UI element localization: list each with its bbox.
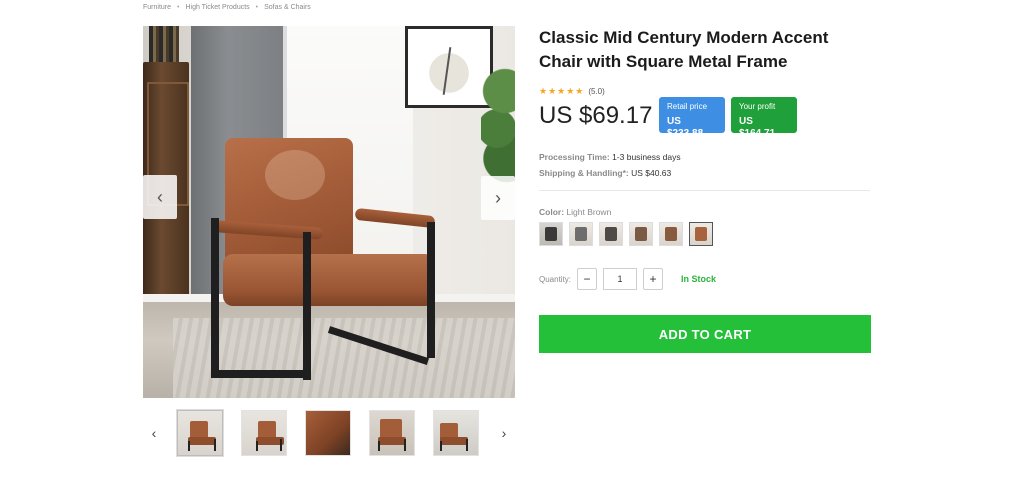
- color-label: Color: Light Brown: [539, 207, 611, 217]
- chair-frame: [211, 218, 219, 378]
- main-product-image[interactable]: [143, 26, 515, 398]
- quantity-decrease-button[interactable]: −: [577, 268, 598, 290]
- color-selected-value: Light Brown: [566, 207, 612, 217]
- product-title: Classic Mid Century Modern Accent Chair …: [539, 28, 829, 71]
- retail-price-value: US $233.88: [667, 116, 704, 139]
- thumbnails-prev-button[interactable]: ‹: [143, 425, 165, 441]
- quantity-row: Quantity: − + In Stock: [539, 268, 716, 290]
- color-swatches: [539, 222, 713, 246]
- color-swatch[interactable]: [659, 222, 683, 246]
- processing-time-value: 1-3 business days: [612, 152, 681, 162]
- image-books: [149, 26, 179, 62]
- color-swatch-selected[interactable]: [689, 222, 713, 246]
- breadcrumb-furniture[interactable]: Furniture: [143, 4, 171, 11]
- breadcrumb-high-ticket-products[interactable]: High Ticket Products: [185, 4, 249, 11]
- rating-value: (5.0): [588, 87, 605, 96]
- chair-seat: [223, 254, 435, 306]
- add-to-cart-button[interactable]: ADD TO CART: [539, 315, 871, 353]
- breadcrumb-sofas-chairs[interactable]: Sofas & Chairs: [264, 4, 311, 11]
- chevron-right-icon: ›: [495, 187, 501, 208]
- gallery-next-button[interactable]: ›: [481, 176, 515, 220]
- chevron-right-icon: ›: [501, 425, 507, 441]
- shipping-value: US $40.63: [631, 168, 672, 178]
- divider: [539, 190, 870, 191]
- shipping-label: Shipping & Handling*:: [539, 168, 629, 178]
- quantity-label: Quantity:: [539, 274, 572, 284]
- chair-frame: [211, 370, 311, 378]
- star-rating-icon: ★★★★★: [539, 86, 585, 96]
- thumbnail-strip: ‹ ›: [143, 408, 515, 458]
- chevron-left-icon: ‹: [157, 186, 163, 207]
- product-rating: ★★★★★ (5.0): [539, 86, 605, 97]
- product-price: US $69.17: [539, 102, 653, 129]
- thumbnail[interactable]: [433, 410, 479, 456]
- breadcrumb-separator: •: [255, 4, 259, 11]
- color-swatch[interactable]: [569, 222, 593, 246]
- chair-frame: [427, 222, 435, 358]
- chair-backrest: [225, 138, 353, 266]
- chevron-left-icon: ‹: [151, 425, 157, 441]
- shipping-handling: Shipping & Handling*: US $40.63: [539, 168, 671, 178]
- thumbnail-list: [177, 410, 479, 456]
- minus-icon: −: [583, 272, 591, 286]
- plus-icon: +: [649, 272, 657, 286]
- color-swatch[interactable]: [629, 222, 653, 246]
- image-plant: [481, 46, 515, 196]
- processing-time: Processing Time: 1-3 business days: [539, 152, 681, 162]
- profit-label: Your profit: [739, 102, 776, 111]
- profit-badge: Your profit US $164.71: [731, 97, 797, 139]
- profit-value: US $164.71: [739, 116, 776, 139]
- thumbnails-next-button[interactable]: ›: [493, 425, 515, 441]
- quantity-input[interactable]: [603, 268, 638, 290]
- thumbnail[interactable]: [369, 410, 415, 456]
- color-swatch[interactable]: [539, 222, 563, 246]
- color-swatch[interactable]: [599, 222, 623, 246]
- chair-frame: [303, 232, 311, 380]
- color-label-text: Color:: [539, 207, 565, 217]
- quantity-increase-button[interactable]: +: [643, 268, 664, 290]
- thumbnail[interactable]: [177, 410, 223, 456]
- retail-price-label: Retail price: [667, 102, 708, 111]
- processing-time-label: Processing Time:: [539, 152, 610, 162]
- stock-status: In Stock: [681, 274, 717, 284]
- thumbnail[interactable]: [241, 410, 287, 456]
- image-wall-art: [405, 26, 493, 108]
- breadcrumb-separator: •: [177, 4, 180, 11]
- thumbnail[interactable]: [305, 410, 351, 456]
- breadcrumb: Furniture • High Ticket Products • Sofas…: [143, 4, 311, 11]
- gallery-prev-button[interactable]: ‹: [143, 175, 177, 219]
- retail-price-badge: Retail price US $233.88: [659, 97, 725, 139]
